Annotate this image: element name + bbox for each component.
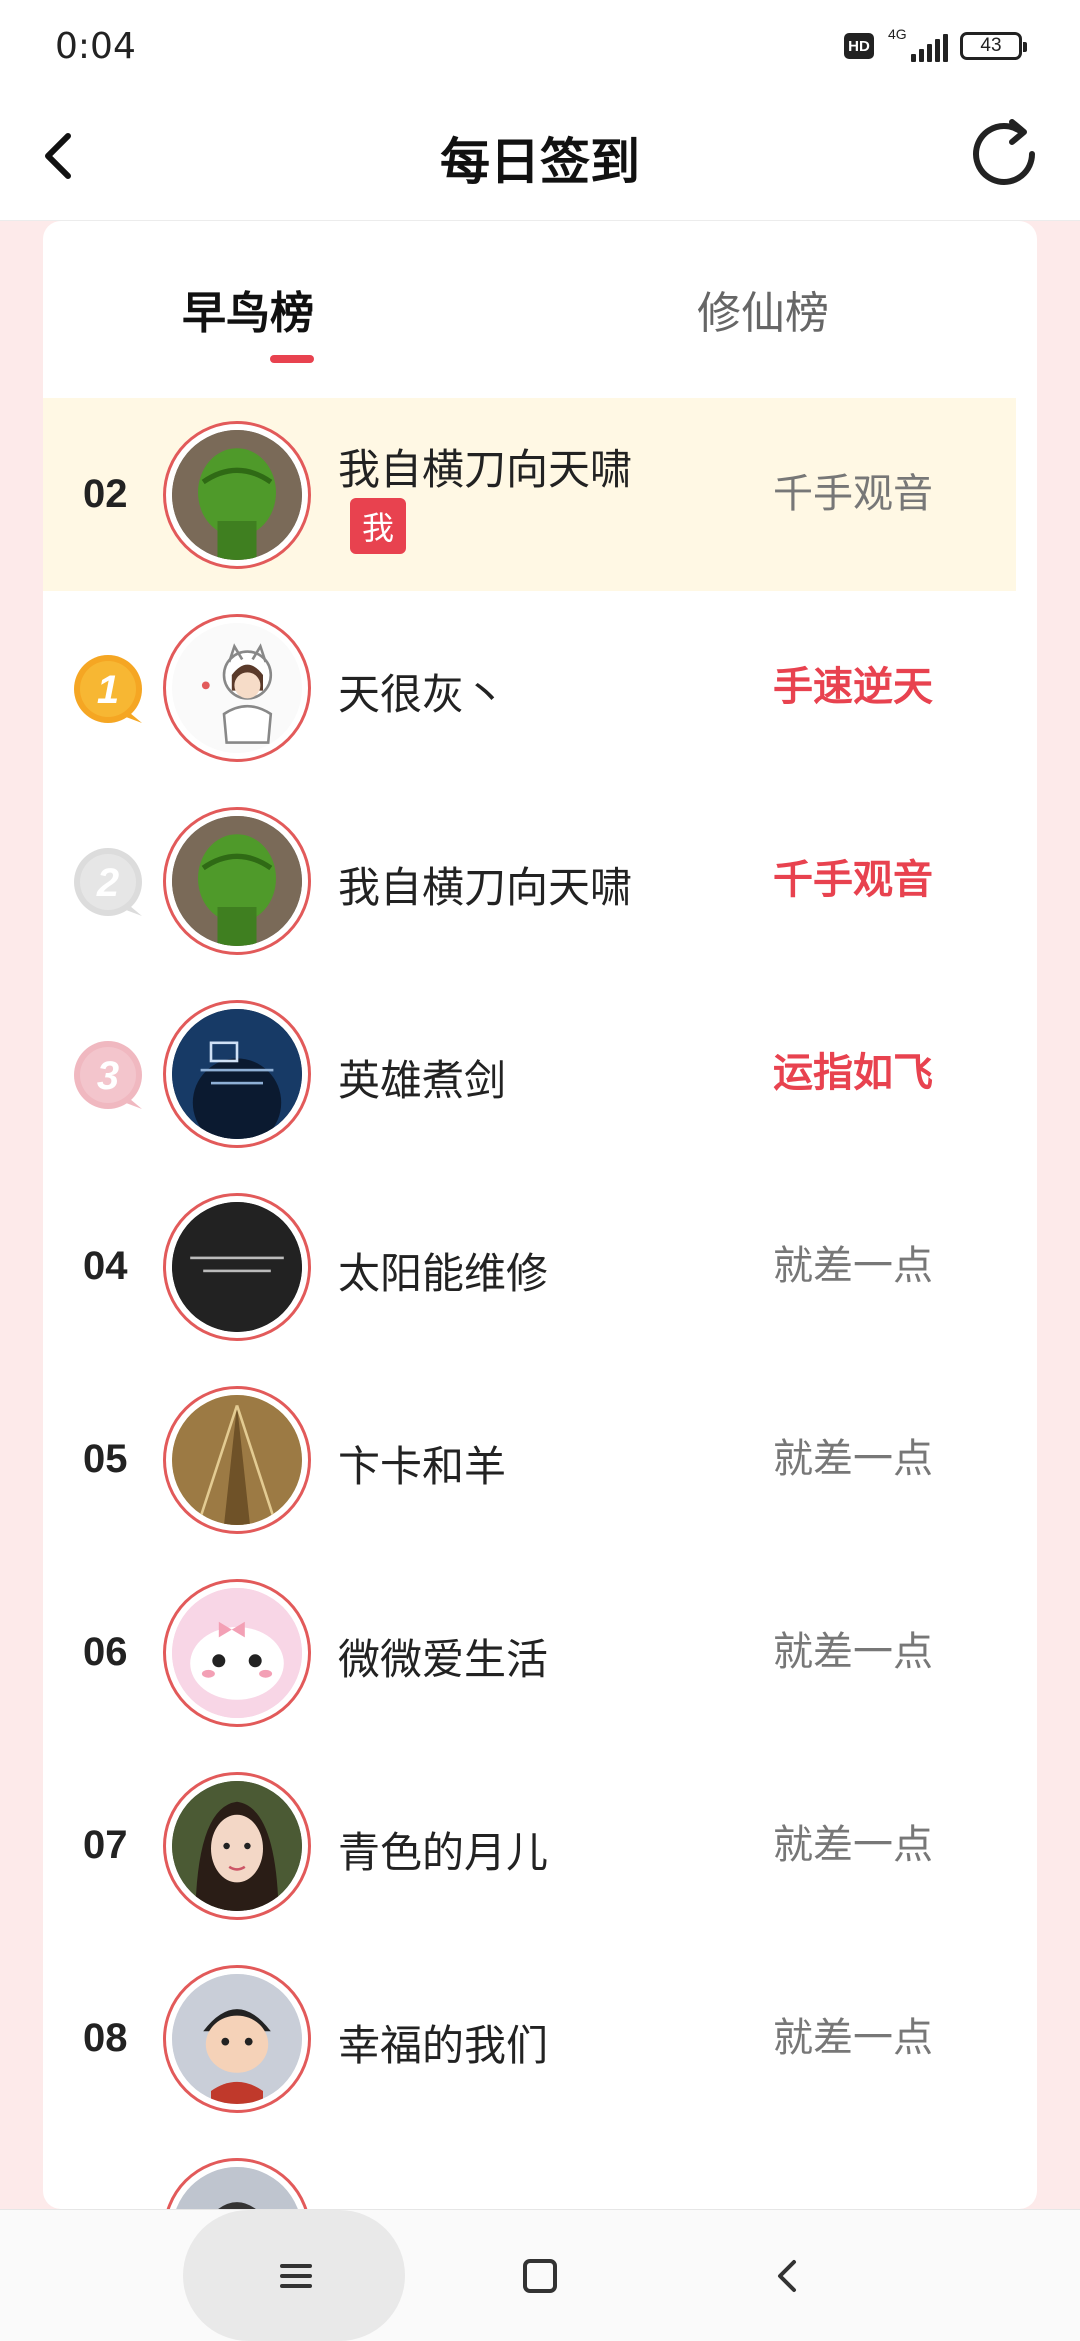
hd-icon: HD [844,33,874,59]
avatar [163,807,311,955]
page-title: 每日签到 [440,133,640,191]
rank-number: 04 [83,1244,128,1288]
avatar [163,1965,311,2113]
avatar [163,614,311,762]
rank-number: 05 [83,1437,128,1481]
battery-level: 43 [980,35,1002,56]
battery-icon: 43 [960,32,1027,60]
table-row[interactable]: 07 青色的月儿 就差一点 [43,1749,1016,1942]
avatar [163,1772,311,1920]
rank-number: 06 [83,1630,128,1674]
medal-rank: 3 [97,1054,119,1098]
title-tag: 就差一点 [773,1629,933,1675]
user-name: 青色的月儿 [338,1828,549,1877]
title-tag: 手速逆天 [773,664,933,710]
table-row[interactable]: 08 幸福的我们 就差一点 [43,1942,1016,2135]
bronze-medal-icon: 3 [74,1041,142,1109]
leaderboard-card: 早鸟榜 修仙榜 02 我自横刀向天啸 我 千手观音 1 天很灰丶 手速逆天 2 … [43,221,1037,2209]
network-type: 4G [888,26,907,42]
signal-icon: 4G [886,26,948,64]
user-name: 我自横刀向天啸 [338,445,633,494]
title-tag: 就差一点 [773,2015,933,2061]
home-square-icon [523,2259,557,2293]
rank-number: 02 [83,472,128,516]
table-row[interactable]: 3 英雄煮剑 运指如飞 [43,977,1016,1170]
avatar [163,1000,311,1148]
title-tag: 千手观音 [773,857,933,903]
home-button[interactable] [510,2246,570,2306]
title-tag: 运指如飞 [773,1050,933,1096]
nav-back-icon [778,2260,796,2292]
title-tag: 千手观音 [773,471,933,517]
table-row[interactable]: 2 我自横刀向天啸 千手观音 [43,784,1016,977]
active-tab-indicator [270,355,314,363]
system-nav-bar [0,2209,1080,2341]
table-row[interactable]: 1 天很灰丶 手速逆天 [43,591,1016,784]
tab-immortal[interactable]: 修仙榜 [663,277,863,341]
medal-rank: 2 [96,861,119,905]
menu-icon [280,2264,312,2288]
user-name: 太阳能维修 [338,1249,549,1298]
avatar [163,2158,311,2209]
table-row[interactable]: 06 微微爱生活 就差一点 [43,1556,1016,1749]
user-name: 我自横刀向天啸 [338,863,633,912]
avatar [163,1386,311,1534]
my-rank-row[interactable]: 02 我自横刀向天啸 我 千手观音 [43,398,1016,591]
status-bar: 0:04 HD 4G 43 [0,0,1080,92]
rank-number: 08 [83,2016,128,2060]
app-header: 每日签到 [0,92,1080,221]
user-name: 卞卡和羊 [338,1442,507,1491]
rank-number: 07 [83,1823,128,1867]
title-tag: 就差一点 [773,1243,933,1289]
user-name: 英雄煮剑 [338,1056,507,1105]
avatar [163,1193,311,1341]
title-tag: 就差一点 [773,1822,933,1868]
nav-back-button[interactable] [758,2246,818,2306]
refresh-icon [973,119,1035,185]
medal-rank: 1 [97,668,119,712]
tab-early-bird[interactable]: 早鸟榜 [163,277,333,341]
user-name: 天很灰丶 [338,670,507,719]
me-badge: 我 [350,498,406,554]
user-name: 幸福的我们 [338,2021,549,2070]
avatar [163,421,311,569]
menu-button[interactable] [266,2246,326,2306]
refresh-button[interactable] [962,112,1046,196]
silver-medal-icon: 2 [74,848,142,916]
title-tag: 就差一点 [773,1436,933,1482]
avatar [163,1579,311,1727]
table-row[interactable]: 04 太阳能维修 就差一点 [43,1170,1016,1363]
table-row[interactable] [43,2135,1016,2209]
gold-medal-icon: 1 [74,655,142,723]
user-name: 微微爱生活 [338,1635,549,1684]
leaderboard-tabs: 早鸟榜 修仙榜 [43,221,1037,397]
status-icons: HD 4G 43 [844,26,1027,66]
table-row[interactable]: 05 卞卡和羊 就差一点 [43,1363,1016,1556]
status-time: 0:04 [55,26,136,67]
